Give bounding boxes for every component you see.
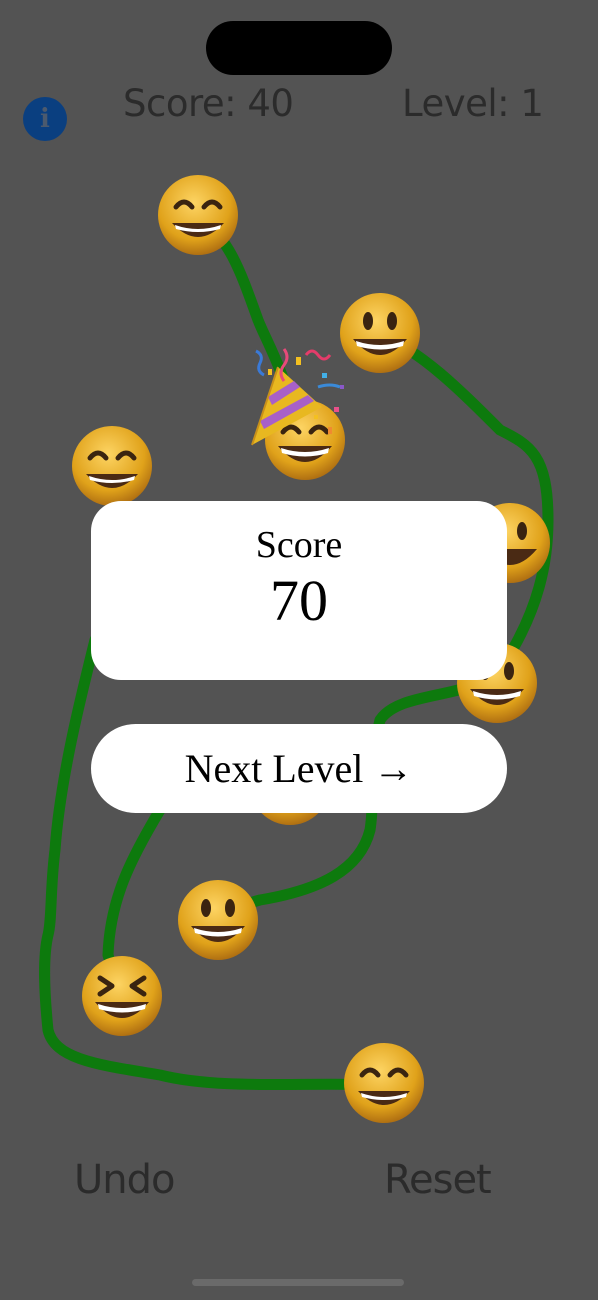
emoji-grinning-1[interactable] [340,293,420,373]
score-hud-label: Score: 40 [123,82,294,125]
emoji-grinning-squinting-1[interactable] [158,175,238,255]
level-display: Level: 1 [402,82,544,125]
undo-label: Undo [74,1157,175,1203]
emoji-squinting-laughing[interactable] [82,956,162,1036]
score-display: Score: 40 [123,82,294,125]
reset-label: Reset [384,1157,492,1203]
emoji-grinning-squinting-3[interactable] [344,1043,424,1123]
home-indicator[interactable] [192,1279,404,1286]
result-score-card: Score 70 [91,501,507,680]
result-score-label: Score [255,524,343,566]
next-level-button[interactable]: Next Level → [91,724,507,813]
next-level-label: Next Level → [184,746,414,791]
emoji-grinning-squinting-2[interactable] [72,426,152,506]
level-hud-label: Level: 1 [402,82,544,125]
emoji-grinning-4[interactable] [178,880,258,960]
info-icon[interactable]: i [23,97,67,141]
result-score-value: 70 [270,568,328,633]
undo-button[interactable]: Undo [74,1157,175,1203]
reset-button[interactable]: Reset [384,1157,492,1203]
